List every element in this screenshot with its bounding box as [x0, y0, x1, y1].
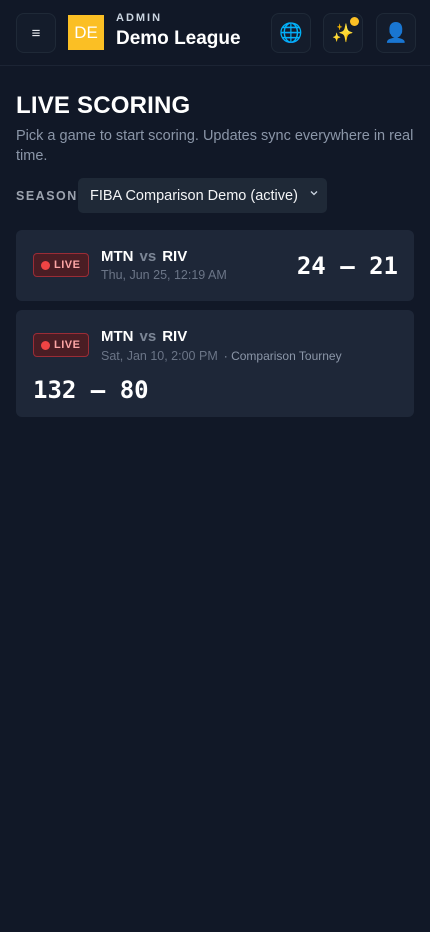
game-card[interactable]: LIVE MTN vs RIV Sat, Jan 10, 2:00 PM · Comp…: [16, 310, 414, 417]
vs-label: vs: [139, 248, 157, 265]
live-badge-label: LIVE: [54, 339, 81, 351]
live-badge: LIVE: [33, 253, 89, 277]
whats-new-button[interactable]: ✨: [323, 13, 363, 53]
live-badge-label: LIVE: [54, 259, 81, 271]
game-score: 24 – 21: [296, 252, 398, 280]
game-teams: MTN vs RIV: [101, 328, 187, 345]
sparkle-icon: ✨: [331, 22, 355, 43]
top-header: ≡ DE ADMIN Demo League 🌐 ✨ 👤: [0, 0, 430, 66]
league-logo[interactable]: DE: [68, 15, 104, 50]
hamburger-icon: ≡: [31, 24, 41, 42]
user-menu-button[interactable]: 👤: [376, 13, 416, 53]
season-label: SEASON: [16, 189, 78, 203]
user-icon: 👤: [384, 23, 408, 44]
season-selected-value: FIBA Comparison Demo (active): [90, 187, 298, 204]
away-team: RIV: [162, 248, 188, 265]
game-teams: MTN vs RIV: [101, 248, 187, 265]
vs-label: vs: [139, 328, 157, 345]
tournament-name: · Comparison Tourney: [223, 349, 342, 363]
language-button[interactable]: 🌐: [271, 13, 311, 53]
game-datetime: Sat, Jan 10, 2:00 PM · Comparison Tourney: [101, 349, 342, 363]
away-team: RIV: [162, 328, 188, 345]
game-date: Sat, Jan 10, 2:00 PM: [101, 349, 218, 363]
live-dot-icon: [41, 260, 50, 270]
game-date: Thu, Jun 25, 12:19 AM: [101, 268, 227, 282]
live-dot-icon: [41, 340, 50, 350]
page-title: LIVE SCORING: [16, 92, 191, 119]
season-select[interactable]: FIBA Comparison Demo (active): [78, 178, 327, 213]
admin-label: ADMIN: [116, 12, 163, 24]
game-score: 132 – 80: [33, 376, 149, 404]
league-name[interactable]: Demo League: [116, 28, 241, 50]
globe-icon: 🌐: [279, 23, 303, 44]
game-card[interactable]: LIVE MTN vs RIV Thu, Jun 25, 12:19 AM 24 –…: [16, 230, 414, 301]
notification-dot: [350, 17, 359, 26]
game-datetime: Thu, Jun 25, 12:19 AM: [101, 268, 227, 282]
live-badge: LIVE: [33, 333, 89, 357]
home-team: MTN: [101, 248, 134, 265]
chevron-down-icon: [310, 191, 318, 196]
menu-button[interactable]: ≡: [16, 13, 56, 53]
logo-text: DE: [74, 22, 98, 42]
home-team: MTN: [101, 328, 134, 345]
page-description: Pick a game to start scoring. Updates sy…: [16, 128, 414, 164]
